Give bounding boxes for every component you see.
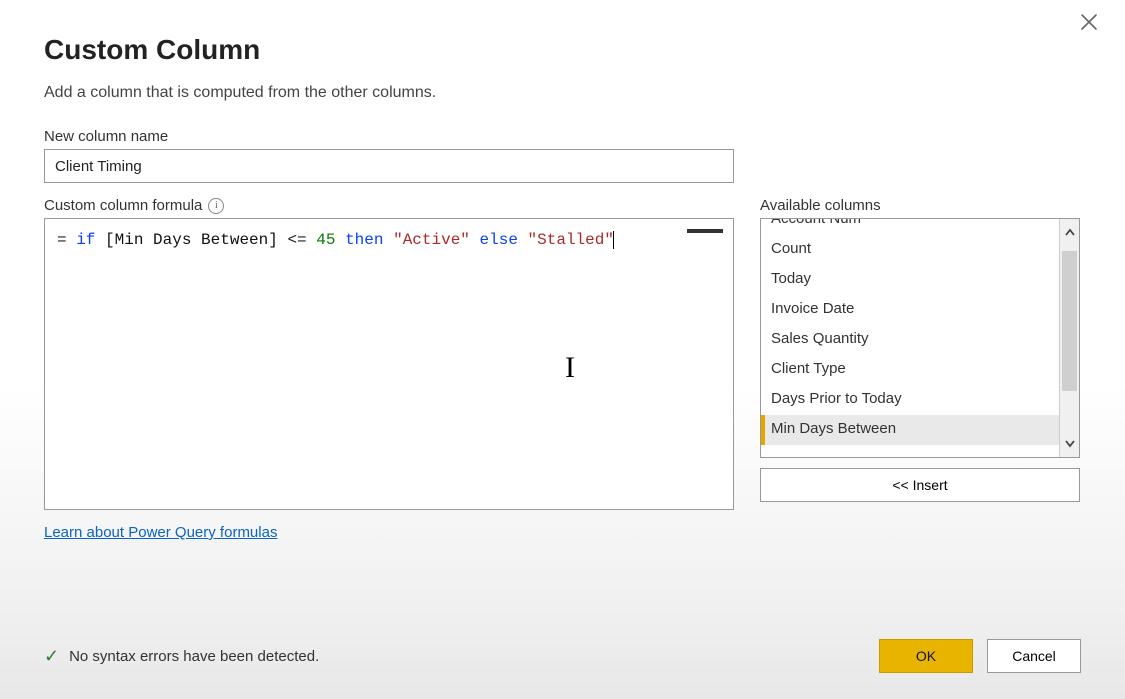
new-column-name-label: New column name [44, 128, 1081, 145]
list-item[interactable]: Client Type [761, 355, 1059, 385]
dialog-title: Custom Column [44, 34, 1081, 66]
cancel-button[interactable]: Cancel [987, 639, 1081, 673]
available-columns-list[interactable]: Account Num Count Today Invoice Date Sal… [760, 218, 1080, 458]
list-item[interactable]: Today [761, 265, 1059, 295]
list-item[interactable]: Sales Quantity [761, 325, 1059, 355]
close-button[interactable] [1075, 10, 1103, 38]
insert-button[interactable]: << Insert [760, 468, 1080, 502]
ibeam-cursor-icon: I [565, 347, 575, 389]
scroll-thumb[interactable] [1062, 251, 1077, 391]
text-caret [613, 231, 614, 249]
formula-editor[interactable]: = if [Min Days Between] <= 45 then "Acti… [44, 218, 734, 510]
close-icon [1080, 11, 1098, 37]
status-text: No syntax errors have been detected. [69, 648, 319, 665]
info-icon[interactable]: i [208, 198, 224, 214]
status-message: ✓ No syntax errors have been detected. [44, 646, 319, 667]
scrollbar[interactable] [1059, 219, 1079, 457]
scroll-up-icon[interactable] [1060, 219, 1079, 247]
learn-link[interactable]: Learn about Power Query formulas [44, 524, 277, 541]
dialog-subtitle: Add a column that is computed from the o… [44, 84, 1081, 102]
check-icon: ✓ [44, 646, 59, 667]
list-item[interactable]: Count [761, 235, 1059, 265]
list-item[interactable]: Days Prior to Today [761, 385, 1059, 415]
new-column-name-input[interactable] [44, 149, 734, 183]
scroll-down-icon[interactable] [1060, 429, 1079, 457]
list-item-selected[interactable]: Min Days Between [761, 415, 1059, 445]
ok-button[interactable]: OK [879, 639, 973, 673]
list-item[interactable]: Invoice Date [761, 295, 1059, 325]
available-columns-label: Available columns [760, 197, 881, 214]
editor-trim-mark [687, 229, 723, 233]
formula-label: Custom column formula [44, 197, 202, 214]
custom-column-dialog: Custom Column Add a column that is compu… [0, 0, 1125, 699]
scroll-track[interactable] [1060, 247, 1079, 429]
list-item[interactable]: Account Num [761, 218, 1059, 235]
